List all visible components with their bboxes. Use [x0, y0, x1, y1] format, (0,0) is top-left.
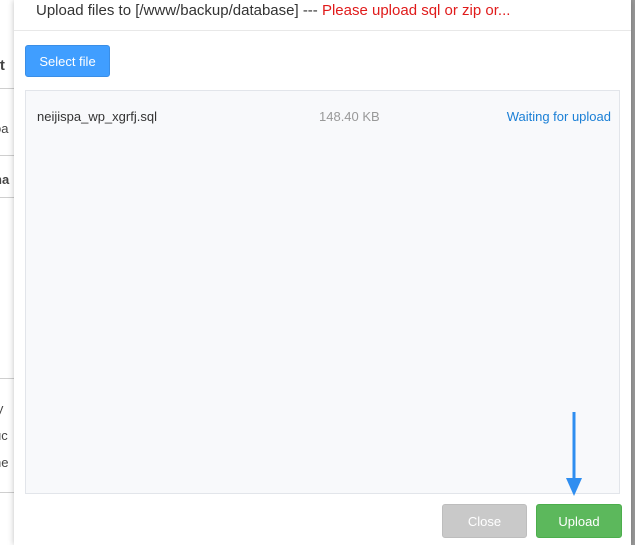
- background-text: oa: [0, 121, 9, 136]
- select-file-button[interactable]: Select file: [25, 45, 110, 77]
- dialog-title-warning: Please upload sql or zip or...: [321, 2, 511, 19]
- divider: [0, 492, 14, 493]
- divider: [0, 155, 14, 156]
- file-name: neijispa_wp_xgrfj.sql: [37, 109, 157, 124]
- divider: [0, 197, 14, 198]
- upload-dialog: Upload files to [/www/backup/database] -…: [14, 0, 631, 545]
- divider: [0, 378, 14, 379]
- divider: [0, 88, 14, 89]
- background-page: rt oa na ly uc he: [0, 0, 15, 545]
- file-size: 148.40 KB: [319, 109, 380, 124]
- upload-button[interactable]: Upload: [536, 504, 622, 538]
- close-button[interactable]: Close: [442, 504, 527, 538]
- background-text: rt: [0, 57, 5, 74]
- down-arrow-icon: [566, 412, 582, 496]
- file-row: neijispa_wp_xgrfj.sql 148.40 KB Waiting …: [26, 109, 619, 129]
- file-status: Waiting for upload: [506, 109, 611, 124]
- background-text: uc: [0, 428, 8, 443]
- background-text: he: [0, 455, 9, 470]
- dialog-header: Upload files to [/www/backup/database] -…: [14, 0, 631, 31]
- background-text: ly: [0, 401, 3, 416]
- file-list: neijispa_wp_xgrfj.sql 148.40 KB Waiting …: [25, 90, 620, 494]
- background-text: na: [0, 172, 10, 187]
- scrollbar[interactable]: [631, 0, 635, 545]
- dialog-title: Upload files to [/www/backup/database] -…: [36, 2, 510, 19]
- screen: rt oa na ly uc he Upload files to [/www/…: [0, 0, 635, 545]
- dialog-title-path: Upload files to [/www/backup/database] -…: [36, 2, 322, 19]
